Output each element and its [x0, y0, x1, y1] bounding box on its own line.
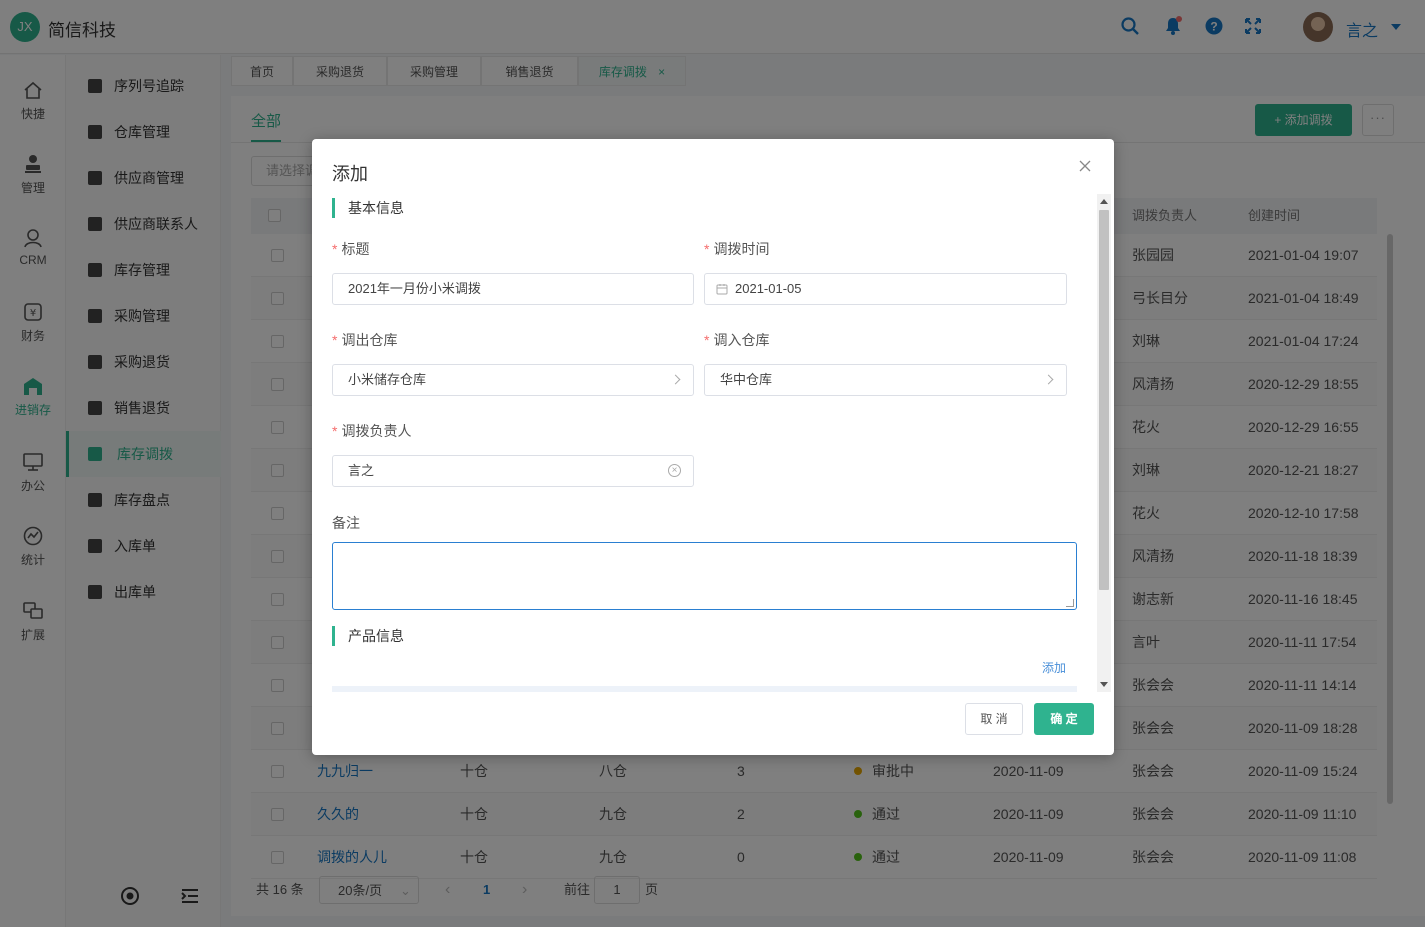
add-product-link[interactable]: 添加 — [1042, 659, 1066, 676]
section-basic-info: 基本信息 — [332, 198, 404, 218]
transfer-date-picker[interactable]: 2021-01-05 — [704, 273, 1067, 305]
add-transfer-dialog: 添加 基本信息 * 标题 2021年一月份小米调拨 * 调拨时间 2021-01-0… — [312, 139, 1114, 755]
required-mark: * — [332, 241, 338, 257]
close-icon[interactable] — [1078, 159, 1092, 173]
owner-label: * 调拨负责人 — [332, 421, 411, 441]
label-text: 调拨时间 — [713, 241, 770, 257]
scroll-down-icon[interactable] — [1100, 682, 1108, 687]
chevron-right-icon — [670, 374, 681, 385]
label-text: 调出仓库 — [341, 332, 398, 348]
dialog-scrollbar-thumb[interactable] — [1099, 210, 1109, 590]
dialog-body: 基本信息 * 标题 2021年一月份小米调拨 * 调拨时间 2021-01-05 *… — [312, 194, 1097, 692]
required-mark: * — [332, 332, 338, 348]
time-label: * 调拨时间 — [704, 239, 769, 259]
resize-handle-icon[interactable] — [1066, 599, 1074, 607]
label-text: 调拨负责人 — [341, 423, 412, 439]
chevron-right-icon — [1043, 374, 1054, 385]
label-text: 标题 — [341, 241, 370, 257]
remark-label: 备注 — [332, 515, 360, 531]
owner-select[interactable]: 言之 × — [332, 455, 694, 487]
title-input[interactable]: 2021年一月份小米调拨 — [332, 273, 694, 305]
out-warehouse-label: * 调出仓库 — [332, 330, 397, 350]
out-warehouse-select[interactable]: 小米储存仓库 — [332, 364, 694, 396]
owner-value: 言之 — [348, 463, 375, 478]
label-text: 调入仓库 — [713, 332, 770, 348]
title-label: * 标题 — [332, 239, 369, 259]
remark-textarea[interactable] — [332, 542, 1077, 610]
in-warehouse-select[interactable]: 华中仓库 — [704, 364, 1067, 396]
in-warehouse-value: 华中仓库 — [720, 372, 773, 387]
in-warehouse-label: * 调入仓库 — [704, 330, 769, 350]
section-product-info: 产品信息 — [332, 626, 404, 646]
required-mark: * — [332, 423, 338, 439]
cancel-button[interactable]: 取 消 — [965, 703, 1023, 735]
confirm-button[interactable]: 确 定 — [1034, 703, 1094, 735]
out-warehouse-value: 小米储存仓库 — [348, 372, 427, 387]
required-mark: * — [704, 241, 710, 257]
product-table-header — [332, 686, 1077, 692]
required-mark: * — [704, 332, 710, 348]
date-value: 2021-01-05 — [735, 281, 802, 296]
calendar-icon — [716, 284, 728, 295]
scroll-up-icon[interactable] — [1100, 199, 1108, 204]
dialog-title: 添加 — [332, 164, 368, 184]
clear-icon[interactable]: × — [668, 464, 681, 477]
